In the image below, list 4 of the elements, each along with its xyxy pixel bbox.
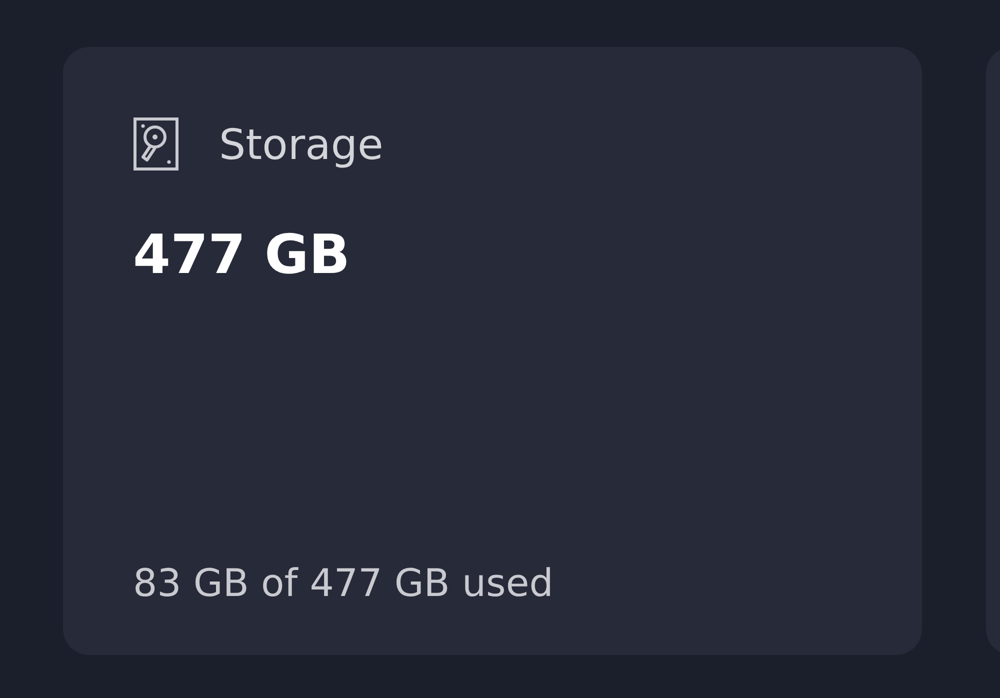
hard-drive-icon — [133, 117, 179, 171]
storage-total: 477 GB — [133, 223, 352, 286]
storage-usage-text: 83 GB of 477 GB used — [133, 561, 554, 605]
card-title: Storage — [219, 120, 384, 168]
